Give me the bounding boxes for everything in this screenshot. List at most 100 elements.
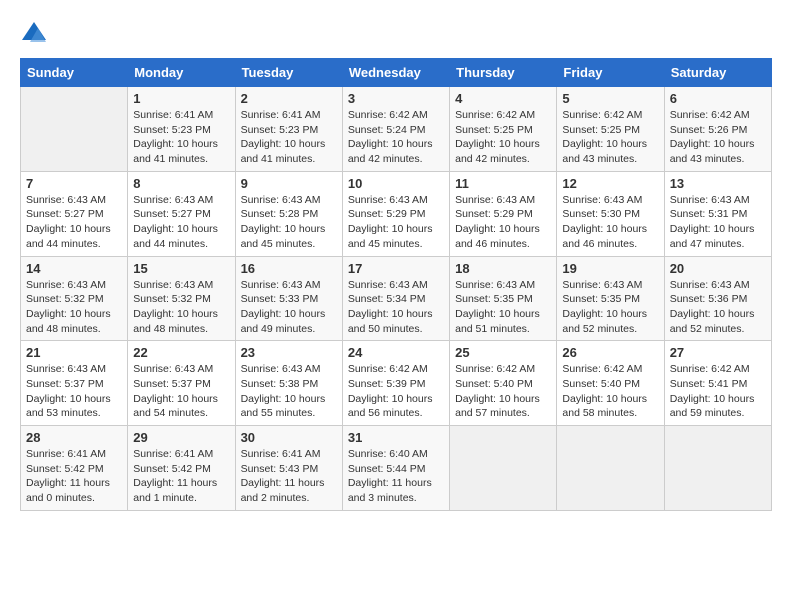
- day-info: Sunrise: 6:41 AMSunset: 5:23 PMDaylight:…: [241, 108, 337, 167]
- day-number: 24: [348, 345, 444, 360]
- calendar-cell: [557, 426, 664, 511]
- day-info: Sunrise: 6:43 AMSunset: 5:34 PMDaylight:…: [348, 278, 444, 337]
- calendar-cell: 12 Sunrise: 6:43 AMSunset: 5:30 PMDayligh…: [557, 171, 664, 256]
- week-row-1: 1 Sunrise: 6:41 AMSunset: 5:23 PMDaylight…: [21, 87, 772, 172]
- day-info: Sunrise: 6:42 AMSunset: 5:25 PMDaylight:…: [455, 108, 551, 167]
- weekday-header-friday: Friday: [557, 59, 664, 87]
- day-info: Sunrise: 6:43 AMSunset: 5:30 PMDaylight:…: [562, 193, 658, 252]
- day-info: Sunrise: 6:43 AMSunset: 5:28 PMDaylight:…: [241, 193, 337, 252]
- weekday-header-tuesday: Tuesday: [235, 59, 342, 87]
- calendar-cell: 11 Sunrise: 6:43 AMSunset: 5:29 PMDayligh…: [450, 171, 557, 256]
- calendar-cell: 26Sunrise: 6:42 AMSunset: 5:40 PMDayligh…: [557, 341, 664, 426]
- calendar-cell: 25Sunrise: 6:42 AMSunset: 5:40 PMDayligh…: [450, 341, 557, 426]
- day-number: 5: [562, 91, 658, 106]
- calendar-cell: 5 Sunrise: 6:42 AMSunset: 5:25 PMDaylight…: [557, 87, 664, 172]
- calendar-cell: 27 Sunrise: 6:42 AMSunset: 5:41 PMDayligh…: [664, 341, 771, 426]
- calendar-cell: 21 Sunrise: 6:43 AMSunset: 5:37 PMDayligh…: [21, 341, 128, 426]
- day-number: 1: [133, 91, 229, 106]
- calendar-cell: 28 Sunrise: 6:41 AMSunset: 5:42 PMDayligh…: [21, 426, 128, 511]
- day-number: 16: [241, 261, 337, 276]
- day-info: Sunrise: 6:43 AMSunset: 5:35 PMDaylight:…: [455, 278, 551, 337]
- day-info: Sunrise: 6:40 AMSunset: 5:44 PMDaylight:…: [348, 447, 444, 506]
- calendar-cell: 22Sunrise: 6:43 AMSunset: 5:37 PMDayligh…: [128, 341, 235, 426]
- day-number: 15: [133, 261, 229, 276]
- weekday-header-thursday: Thursday: [450, 59, 557, 87]
- day-info: Sunrise: 6:41 AMSunset: 5:23 PMDaylight:…: [133, 108, 229, 167]
- calendar-cell: 10Sunrise: 6:43 AMSunset: 5:29 PMDayligh…: [342, 171, 449, 256]
- calendar-cell: 20Sunrise: 6:43 AMSunset: 5:36 PMDayligh…: [664, 256, 771, 341]
- calendar-table: SundayMondayTuesdayWednesdayThursdayFrid…: [20, 58, 772, 511]
- weekday-header-sunday: Sunday: [21, 59, 128, 87]
- day-info: Sunrise: 6:42 AMSunset: 5:39 PMDaylight:…: [348, 362, 444, 421]
- day-info: Sunrise: 6:43 AMSunset: 5:27 PMDaylight:…: [26, 193, 122, 252]
- calendar-cell: 29Sunrise: 6:41 AMSunset: 5:42 PMDayligh…: [128, 426, 235, 511]
- calendar-cell: 6 Sunrise: 6:42 AMSunset: 5:26 PMDaylight…: [664, 87, 771, 172]
- calendar-cell: 19 Sunrise: 6:43 AMSunset: 5:35 PMDayligh…: [557, 256, 664, 341]
- calendar-cell: 30 Sunrise: 6:41 AMSunset: 5:43 PMDayligh…: [235, 426, 342, 511]
- day-info: Sunrise: 6:43 AMSunset: 5:37 PMDaylight:…: [26, 362, 122, 421]
- weekday-header-wednesday: Wednesday: [342, 59, 449, 87]
- calendar-cell: 7 Sunrise: 6:43 AMSunset: 5:27 PMDaylight…: [21, 171, 128, 256]
- page-header: [20, 20, 772, 48]
- day-number: 8: [133, 176, 229, 191]
- calendar-cell: 15 Sunrise: 6:43 AMSunset: 5:32 PMDayligh…: [128, 256, 235, 341]
- day-number: 13: [670, 176, 766, 191]
- day-number: 6: [670, 91, 766, 106]
- day-info: Sunrise: 6:43 AMSunset: 5:35 PMDaylight:…: [562, 278, 658, 337]
- calendar-cell: 17 Sunrise: 6:43 AMSunset: 5:34 PMDayligh…: [342, 256, 449, 341]
- day-number: 11: [455, 176, 551, 191]
- day-number: 21: [26, 345, 122, 360]
- day-number: 30: [241, 430, 337, 445]
- calendar-cell: 1 Sunrise: 6:41 AMSunset: 5:23 PMDaylight…: [128, 87, 235, 172]
- day-info: Sunrise: 6:43 AMSunset: 5:27 PMDaylight:…: [133, 193, 229, 252]
- day-info: Sunrise: 6:43 AMSunset: 5:29 PMDaylight:…: [348, 193, 444, 252]
- week-row-3: 14 Sunrise: 6:43 AMSunset: 5:32 PMDayligh…: [21, 256, 772, 341]
- week-row-2: 7 Sunrise: 6:43 AMSunset: 5:27 PMDaylight…: [21, 171, 772, 256]
- weekday-header-row: SundayMondayTuesdayWednesdayThursdayFrid…: [21, 59, 772, 87]
- day-info: Sunrise: 6:41 AMSunset: 5:42 PMDaylight:…: [26, 447, 122, 506]
- calendar-cell: [450, 426, 557, 511]
- day-number: 12: [562, 176, 658, 191]
- calendar-cell: 9Sunrise: 6:43 AMSunset: 5:28 PMDaylight…: [235, 171, 342, 256]
- day-info: Sunrise: 6:43 AMSunset: 5:29 PMDaylight:…: [455, 193, 551, 252]
- day-number: 20: [670, 261, 766, 276]
- day-number: 2: [241, 91, 337, 106]
- day-info: Sunrise: 6:43 AMSunset: 5:37 PMDaylight:…: [133, 362, 229, 421]
- day-info: Sunrise: 6:43 AMSunset: 5:32 PMDaylight:…: [26, 278, 122, 337]
- day-number: 14: [26, 261, 122, 276]
- day-info: Sunrise: 6:41 AMSunset: 5:42 PMDaylight:…: [133, 447, 229, 506]
- day-info: Sunrise: 6:41 AMSunset: 5:43 PMDaylight:…: [241, 447, 337, 506]
- logo-icon: [20, 20, 48, 48]
- weekday-header-monday: Monday: [128, 59, 235, 87]
- day-number: 31: [348, 430, 444, 445]
- weekday-header-saturday: Saturday: [664, 59, 771, 87]
- day-info: Sunrise: 6:42 AMSunset: 5:24 PMDaylight:…: [348, 108, 444, 167]
- day-info: Sunrise: 6:42 AMSunset: 5:40 PMDaylight:…: [562, 362, 658, 421]
- day-info: Sunrise: 6:43 AMSunset: 5:31 PMDaylight:…: [670, 193, 766, 252]
- day-info: Sunrise: 6:42 AMSunset: 5:26 PMDaylight:…: [670, 108, 766, 167]
- logo: [20, 20, 52, 48]
- day-info: Sunrise: 6:43 AMSunset: 5:32 PMDaylight:…: [133, 278, 229, 337]
- calendar-cell: 24 Sunrise: 6:42 AMSunset: 5:39 PMDayligh…: [342, 341, 449, 426]
- calendar-cell: 4Sunrise: 6:42 AMSunset: 5:25 PMDaylight…: [450, 87, 557, 172]
- calendar-cell: 13 Sunrise: 6:43 AMSunset: 5:31 PMDayligh…: [664, 171, 771, 256]
- day-info: Sunrise: 6:43 AMSunset: 5:33 PMDaylight:…: [241, 278, 337, 337]
- calendar-cell: 31 Sunrise: 6:40 AMSunset: 5:44 PMDayligh…: [342, 426, 449, 511]
- calendar-cell: [664, 426, 771, 511]
- calendar-cell: 3 Sunrise: 6:42 AMSunset: 5:24 PMDaylight…: [342, 87, 449, 172]
- day-number: 28: [26, 430, 122, 445]
- day-number: 25: [455, 345, 551, 360]
- calendar-cell: 2 Sunrise: 6:41 AMSunset: 5:23 PMDaylight…: [235, 87, 342, 172]
- day-number: 17: [348, 261, 444, 276]
- calendar-cell: 14 Sunrise: 6:43 AMSunset: 5:32 PMDayligh…: [21, 256, 128, 341]
- calendar-cell: [21, 87, 128, 172]
- day-number: 7: [26, 176, 122, 191]
- day-number: 3: [348, 91, 444, 106]
- calendar-cell: 8 Sunrise: 6:43 AMSunset: 5:27 PMDaylight…: [128, 171, 235, 256]
- day-info: Sunrise: 6:42 AMSunset: 5:25 PMDaylight:…: [562, 108, 658, 167]
- calendar-cell: 16 Sunrise: 6:43 AMSunset: 5:33 PMDayligh…: [235, 256, 342, 341]
- day-info: Sunrise: 6:43 AMSunset: 5:38 PMDaylight:…: [241, 362, 337, 421]
- day-number: 19: [562, 261, 658, 276]
- day-number: 27: [670, 345, 766, 360]
- day-info: Sunrise: 6:42 AMSunset: 5:41 PMDaylight:…: [670, 362, 766, 421]
